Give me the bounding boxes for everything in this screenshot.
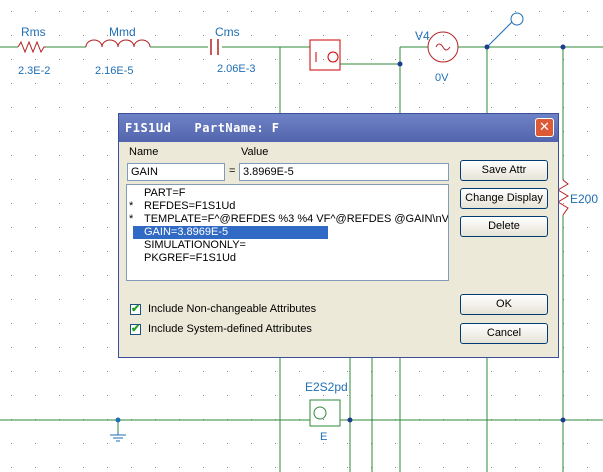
ok-button[interactable]: OK [460, 294, 548, 315]
v4-value-label[interactable]: 0V [435, 72, 448, 84]
part-attributes-dialog: F1S1Ud PartName: F ✕ Name Value GAIN = 3… [118, 113, 559, 358]
value-column-label: Value [241, 146, 268, 158]
delete-button[interactable]: Delete [460, 216, 548, 237]
attribute-row[interactable]: GAIN=3.8969E-5 [127, 226, 448, 239]
attribute-marker: * [129, 200, 134, 212]
dialog-title-bar[interactable]: F1S1Ud PartName: F ✕ [119, 114, 558, 142]
close-icon[interactable]: ✕ [535, 118, 554, 137]
attribute-row[interactable]: PART=F [127, 187, 448, 200]
value-header: Value [241, 146, 269, 158]
attribute-text: PKGREF=F1S1Ud [144, 252, 237, 264]
attribute-text: PART=F [144, 187, 186, 199]
mmd-ref-label[interactable]: Mmd [109, 25, 136, 39]
attribute-name-field[interactable]: GAIN [127, 163, 225, 181]
mmd-value-label[interactable]: 2.16E-5 [95, 65, 134, 77]
attribute-row[interactable]: * TEMPLATE=F^@REFDES %3 %4 VF^@REFDES @GA… [127, 213, 448, 226]
v4-ref-label[interactable]: V4 [415, 29, 430, 43]
attribute-row[interactable]: PKGREF=F1S1Ud [127, 252, 448, 265]
e2s2pd-ref-label[interactable]: E2S2pd [305, 380, 348, 394]
attribute-marker: * [129, 213, 134, 225]
checkmark-icon: ✔ [131, 303, 141, 315]
attribute-text: SIMULATIONONLY= [144, 239, 246, 251]
attribute-value-field[interactable]: 3.8969E-5 [239, 163, 449, 181]
change-display-button[interactable]: Change Display [460, 188, 548, 209]
non-changeable-label[interactable]: Include Non-changeable Attributes [148, 303, 316, 315]
non-changeable-checkbox[interactable]: ✔ [130, 303, 141, 315]
name-header: Name [129, 146, 159, 158]
cms-value-label[interactable]: 2.06E-3 [217, 63, 256, 75]
attribute-text: TEMPLATE=F^@REFDES %3 %4 VF^@REFDES @GAI… [144, 213, 449, 225]
e200-ref-label[interactable]: E200 [570, 192, 598, 206]
attribute-text: GAIN=3.8969E-5 [133, 226, 329, 239]
attribute-row[interactable]: * REFDES=F1S1Ud [127, 200, 448, 213]
equals-sign: = [229, 165, 236, 177]
cancel-button[interactable]: Cancel [460, 323, 548, 344]
attribute-text: REFDES=F1S1Ud [144, 200, 236, 212]
attribute-list[interactable]: PART=F * REFDES=F1S1Ud * TEMPLATE=F^@REFDES … [126, 184, 449, 281]
checkmark-icon: ✔ [131, 323, 141, 335]
rms-ref-label[interactable]: Rms [21, 25, 46, 39]
rms-value-label[interactable]: 2.3E-2 [18, 65, 50, 77]
attribute-row[interactable]: SIMULATIONONLY= [127, 239, 448, 252]
dialog-title: F1S1Ud PartName: F [125, 121, 280, 135]
e2s2pd-value-label[interactable]: E [320, 431, 327, 443]
system-defined-checkbox[interactable]: ✔ [130, 323, 141, 335]
save-attr-button[interactable]: Save Attr [460, 160, 548, 181]
cms-ref-label[interactable]: Cms [215, 25, 240, 39]
system-defined-label[interactable]: Include System-defined Attributes [148, 323, 312, 335]
name-column-label: Name [129, 146, 158, 158]
